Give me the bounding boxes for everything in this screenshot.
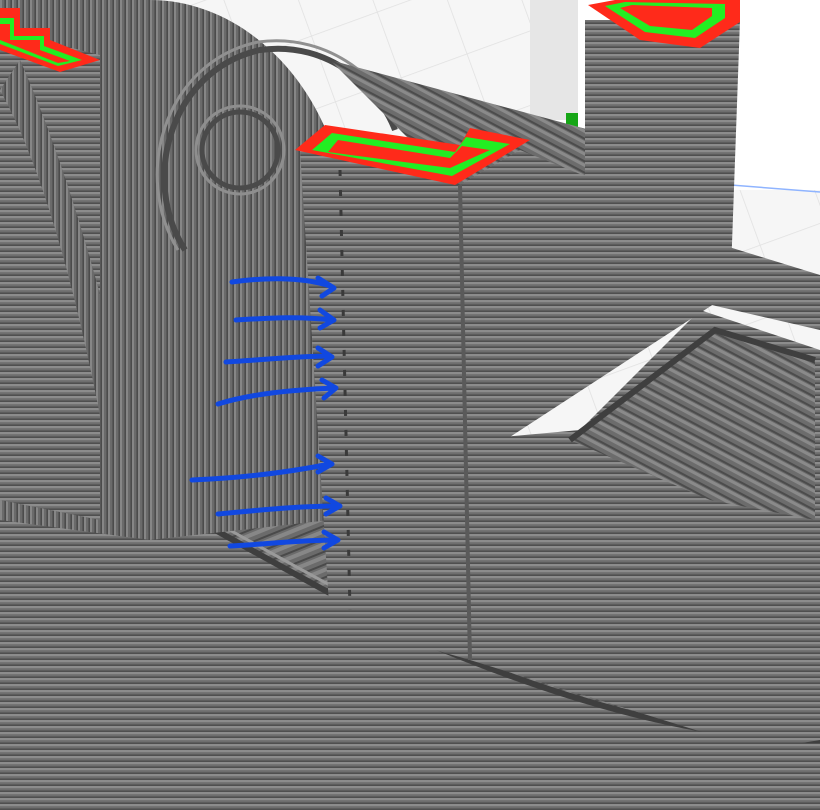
right-pillar-front	[585, 20, 740, 300]
plate-pillar	[530, 0, 578, 120]
gcode-preview-viewport[interactable]	[0, 0, 820, 810]
slicer-3d-scene[interactable]	[0, 0, 820, 810]
